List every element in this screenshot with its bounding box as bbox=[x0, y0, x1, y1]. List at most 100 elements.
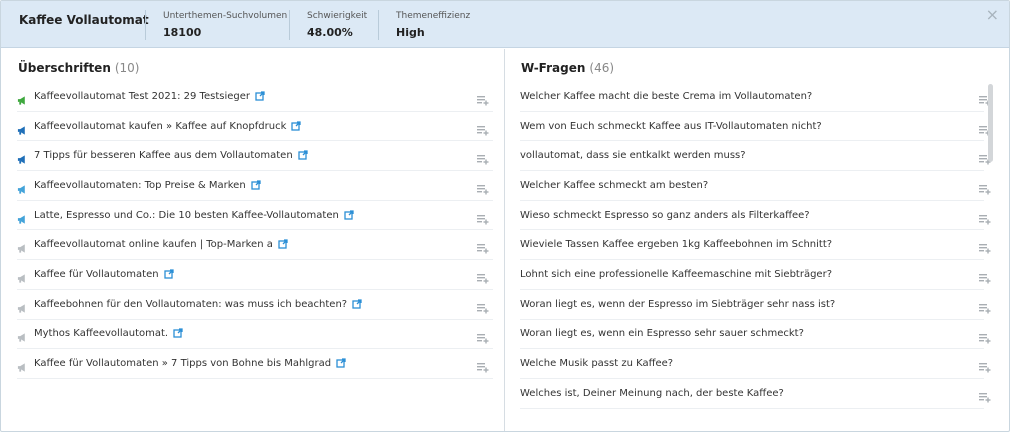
headline-text: Kaffee für Vollautomaten bbox=[34, 269, 174, 280]
topic-title: Kaffee Vollautomat bbox=[19, 13, 149, 27]
headline-text: Kaffeevollautomat kaufen » Kaffee auf Kn… bbox=[34, 120, 302, 132]
metric-topic-efficiency: Themeneffizienz High bbox=[396, 11, 470, 39]
add-to-list-icon[interactable] bbox=[979, 358, 991, 373]
question-text: Wem von Euch schmeckt Kaffee aus IT-Voll… bbox=[520, 120, 822, 132]
megaphone-icon bbox=[17, 91, 28, 105]
external-link-icon[interactable] bbox=[163, 269, 174, 279]
headline-row: Kaffee für Vollautomaten bbox=[17, 260, 493, 290]
headlines-count: (10) bbox=[114, 61, 140, 75]
question-row: Lohnt sich eine professionelle Kaffeemas… bbox=[520, 260, 991, 290]
megaphone-icon bbox=[17, 210, 28, 224]
metric-label: Unterthemen-Suchvolumen bbox=[163, 11, 288, 21]
add-to-list-icon[interactable] bbox=[477, 150, 489, 165]
question-text: Wieso schmeckt Espresso so ganz anders a… bbox=[520, 209, 810, 221]
question-text: Lohnt sich eine professionelle Kaffeemas… bbox=[520, 268, 833, 280]
headline-row: Kaffeevollautomat Test 2021: 29 Testsieg… bbox=[17, 82, 493, 112]
question-text: Welches ist, Deiner Meinung nach, der be… bbox=[520, 387, 784, 399]
add-to-list-icon[interactable] bbox=[477, 210, 489, 225]
megaphone-icon bbox=[17, 358, 28, 372]
add-to-list-icon[interactable] bbox=[477, 121, 489, 136]
headline-row: Kaffeevollautomat kaufen » Kaffee auf Kn… bbox=[17, 112, 493, 142]
add-to-list-icon[interactable] bbox=[979, 388, 991, 403]
metric-search-volume: Unterthemen-Suchvolumen 18100 bbox=[163, 11, 287, 39]
question-row: Woran liegt es, wenn der Espresso im Sie… bbox=[520, 290, 991, 320]
question-row: Welche Musik passt zu Kaffee? bbox=[520, 349, 991, 379]
add-to-list-icon[interactable] bbox=[477, 180, 489, 195]
metric-value: 18100 bbox=[163, 26, 202, 39]
question-row: Welcher Kaffee schmeckt am besten? bbox=[520, 171, 991, 201]
headline-label: Kaffeebohnen für den Vollautomaten: was … bbox=[34, 298, 348, 310]
question-text: Woran liegt es, wenn ein Espresso sehr s… bbox=[520, 328, 804, 340]
headline-row: Kaffeevollautomaten: Top Preise & Marken bbox=[17, 171, 493, 201]
header-divider bbox=[145, 10, 146, 40]
headline-row: Mythos Kaffeevollautomat. bbox=[17, 320, 493, 350]
question-text: vollautomat, dass sie entkalkt werden mu… bbox=[520, 150, 746, 162]
headline-label: 7 Tipps für besseren Kaffee aus dem Voll… bbox=[34, 150, 293, 162]
headline-text: Kaffeevollautomat Test 2021: 29 Testsieg… bbox=[34, 91, 265, 102]
headline-label: Kaffeevollautomat kaufen » Kaffee auf Kn… bbox=[34, 120, 287, 132]
megaphone-icon bbox=[17, 299, 28, 313]
headline-row: Kaffeebohnen für den Vollautomaten: was … bbox=[17, 290, 493, 320]
questions-count: (46) bbox=[589, 61, 615, 75]
external-link-icon[interactable] bbox=[352, 299, 362, 309]
question-text: Welche Musik passt zu Kaffee? bbox=[520, 358, 674, 370]
questions-title: W-Fragen (46) bbox=[521, 61, 614, 75]
headline-text: Kaffeebohnen für den Vollautomaten: was … bbox=[34, 299, 362, 310]
add-to-list-icon[interactable] bbox=[979, 299, 991, 314]
headline-row: Kaffee für Vollautomaten » 7 Tipps von B… bbox=[17, 349, 493, 379]
headline-label: Kaffeevollautomat online kaufen | Top-Ma… bbox=[34, 239, 273, 251]
add-to-list-icon[interactable] bbox=[477, 299, 489, 314]
headline-label: Kaffeevollautomaten: Top Preise & Marken bbox=[34, 179, 246, 191]
headline-text: 7 Tipps für besseren Kaffee aus dem Voll… bbox=[34, 150, 308, 161]
metric-value: 48.00% bbox=[307, 26, 353, 39]
megaphone-icon bbox=[17, 150, 28, 164]
question-row: Wieso schmeckt Espresso so ganz anders a… bbox=[520, 201, 991, 231]
questions-scrollbar[interactable] bbox=[988, 84, 993, 162]
metric-difficulty: Schwierigkeit 48.00% bbox=[307, 11, 367, 39]
question-row: Wieviele Tassen Kaffee ergeben 1kg Kaffe… bbox=[520, 230, 991, 261]
external-link-icon[interactable] bbox=[336, 358, 346, 368]
question-text: Welcher Kaffee macht die beste Crema im … bbox=[520, 90, 813, 102]
external-link-icon[interactable] bbox=[298, 150, 308, 160]
headline-label: Latte, Espresso und Co.: Die 10 besten K… bbox=[34, 209, 339, 221]
metric-label: Themeneffizienz bbox=[396, 11, 471, 21]
headlines-list: Kaffeevollautomat Test 2021: 29 Testsieg… bbox=[17, 82, 493, 379]
external-link-icon[interactable] bbox=[291, 120, 302, 131]
add-to-list-icon[interactable] bbox=[477, 358, 489, 373]
headline-row: Latte, Espresso und Co.: Die 10 besten K… bbox=[17, 201, 493, 231]
close-icon[interactable]: × bbox=[986, 7, 999, 23]
headline-text: Kaffeevollautomaten: Top Preise & Marken bbox=[34, 180, 261, 191]
headlines-title-text: Überschriften bbox=[18, 61, 111, 75]
add-to-list-icon[interactable] bbox=[477, 329, 489, 343]
add-to-list-icon[interactable] bbox=[477, 269, 489, 284]
questions-list: Welcher Kaffee macht die beste Crema im … bbox=[520, 82, 991, 409]
megaphone-icon bbox=[17, 121, 28, 135]
header-divider bbox=[378, 10, 379, 40]
add-to-list-icon[interactable] bbox=[477, 91, 489, 106]
question-row: Wem von Euch schmeckt Kaffee aus IT-Voll… bbox=[520, 112, 991, 142]
external-link-icon[interactable] bbox=[278, 239, 288, 249]
add-to-list-icon[interactable] bbox=[979, 239, 991, 254]
headlines-title: Überschriften (10) bbox=[18, 61, 140, 75]
headline-label: Kaffeevollautomat Test 2021: 29 Testsieg… bbox=[34, 90, 250, 102]
headline-row: Kaffeevollautomat online kaufen | Top-Ma… bbox=[17, 230, 493, 261]
headlines-panel: Überschriften (10) Kaffeevollautomat Test… bbox=[1, 49, 505, 431]
metric-label: Schwierigkeit bbox=[307, 11, 368, 21]
megaphone-icon bbox=[17, 328, 28, 342]
question-text: Welcher Kaffee schmeckt am besten? bbox=[520, 179, 709, 191]
headline-text: Kaffeevollautomat online kaufen | Top-Ma… bbox=[34, 239, 288, 250]
external-link-icon[interactable] bbox=[173, 328, 183, 338]
external-link-icon[interactable] bbox=[255, 91, 265, 101]
add-to-list-icon[interactable] bbox=[979, 269, 991, 284]
question-text: Woran liegt es, wenn der Espresso im Sie… bbox=[520, 298, 836, 310]
topic-header: Kaffee Vollautomat Unterthemen-Suchvolum… bbox=[1, 1, 1009, 48]
headline-label: Mythos Kaffeevollautomat. bbox=[34, 328, 169, 340]
external-link-icon[interactable] bbox=[251, 180, 261, 190]
headline-text: Mythos Kaffeevollautomat. bbox=[34, 328, 183, 339]
add-to-list-icon[interactable] bbox=[979, 210, 991, 225]
megaphone-icon bbox=[17, 239, 28, 253]
add-to-list-icon[interactable] bbox=[477, 239, 489, 254]
external-link-icon[interactable] bbox=[344, 209, 354, 220]
add-to-list-icon[interactable] bbox=[979, 180, 991, 195]
add-to-list-icon[interactable] bbox=[979, 329, 991, 343]
